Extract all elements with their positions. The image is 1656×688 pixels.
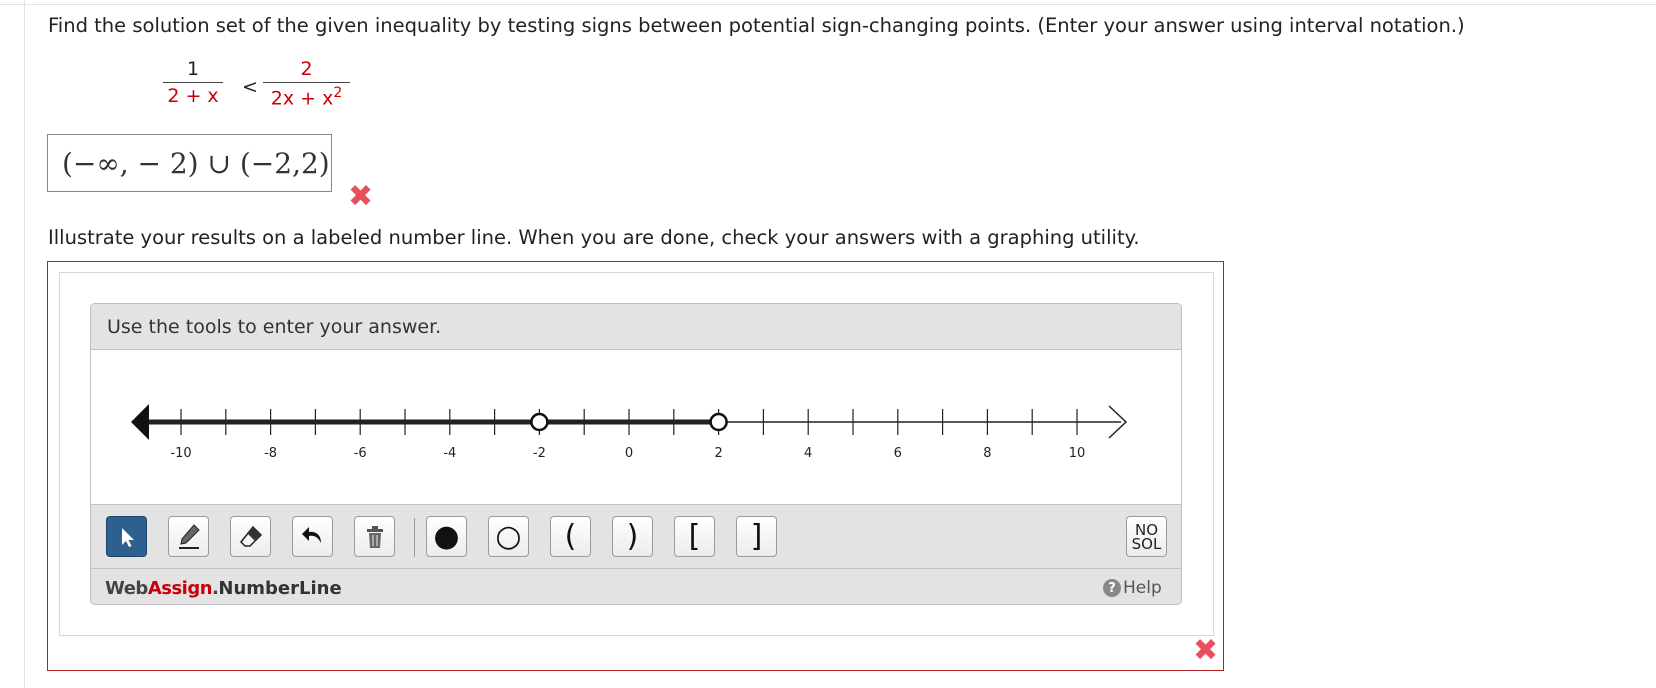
rhs-denominator: 2x + x2 — [263, 83, 350, 109]
axis-tick-label: 6 — [894, 446, 902, 461]
pointer-tool-button[interactable] — [106, 516, 147, 557]
axis-tick-label: 8 — [983, 446, 991, 461]
right-paren-icon: ) — [626, 518, 639, 554]
left-paren-icon: ( — [564, 518, 577, 554]
rhs-numerator: 2 — [300, 58, 313, 80]
incorrect-x-icon: ✖ — [348, 179, 374, 214]
numberline-canvas[interactable]: -10 -8 -6 -4 -2 0 2 4 6 8 10 — [91, 350, 1181, 504]
toolbar-separator — [414, 518, 415, 557]
right-bracket-icon: ] — [750, 518, 763, 554]
inequality-operator: < — [242, 76, 258, 98]
left-bracket-icon: [ — [688, 518, 701, 554]
lhs-denominator: 2 + x — [167, 85, 219, 107]
eraser-icon — [239, 525, 262, 547]
interval-answer-input[interactable]: (−∞, − 2) ∪ (−2,2) — [47, 134, 332, 192]
axis-tick-label: 0 — [625, 446, 633, 461]
axis-tick-label: 4 — [804, 446, 812, 461]
rhs-denominator-base: 2x + x — [270, 87, 334, 110]
webassign-logo: WebAssign.NumberLine — [105, 578, 342, 599]
open-point-tool-button[interactable]: ○ — [488, 516, 529, 557]
axis-tick-label: -2 — [533, 446, 546, 461]
incorrect-x-icon: ✖ — [1193, 633, 1219, 668]
pencil-icon — [178, 523, 200, 549]
axis-tick-label: -4 — [443, 446, 456, 461]
delete-tool-button[interactable] — [354, 516, 395, 557]
left-bracket-tool-button[interactable]: [ — [674, 516, 715, 557]
top-divider — [0, 4, 1656, 5]
closed-point-tool-button[interactable]: ● — [426, 516, 467, 557]
no-solution-line2: SOL — [1131, 534, 1162, 553]
widget-footer: WebAssign.NumberLine ? Help — [91, 569, 1181, 604]
open-endpoint — [709, 412, 728, 432]
axis-tick-label: 2 — [714, 446, 722, 461]
numberline-svg[interactable]: -10 -8 -6 -4 -2 0 2 4 6 8 10 — [91, 350, 1181, 504]
question-mark-icon: ? — [1103, 579, 1121, 597]
draw-tool-button[interactable] — [168, 516, 209, 557]
brand-product: NumberLine — [218, 578, 342, 599]
axis-tick-label: -8 — [264, 446, 277, 461]
rhs-fraction: 2 2x + x2 — [263, 58, 350, 109]
rhs-denominator-exponent: 2 — [333, 85, 343, 101]
widget-header: Use the tools to enter your answer. — [91, 304, 1181, 350]
left-paren-tool-button[interactable]: ( — [550, 516, 591, 557]
numberline-widget: Use the tools to enter your answer. -10-… — [90, 303, 1182, 605]
filled-dot-icon: ● — [433, 518, 460, 554]
cursor-arrow-icon — [121, 527, 134, 547]
lhs-numerator: 1 — [186, 58, 200, 80]
tool-bar: ● ○ ( ) [ ] NO SOL — [91, 504, 1181, 569]
trash-icon — [366, 525, 383, 548]
brand-assign: Assign — [147, 578, 213, 599]
question2-prompt: Illustrate your results on a labeled num… — [48, 226, 1140, 249]
left-divider — [24, 0, 25, 688]
question1-prompt: Find the solution set of the given inequ… — [48, 14, 1465, 37]
axis-tick-label: -10 — [170, 446, 191, 461]
lhs-fraction: 1 2 + x — [163, 58, 223, 107]
axis-tick-label: -6 — [354, 446, 367, 461]
help-link[interactable]: ? Help — [1103, 578, 1162, 598]
undo-icon — [301, 526, 321, 543]
open-endpoint — [530, 412, 549, 432]
erase-tool-button[interactable] — [230, 516, 271, 557]
axis-tick-label: 10 — [1069, 446, 1086, 461]
help-label: Help — [1123, 578, 1162, 598]
widget-instructions: Use the tools to enter your answer. — [107, 316, 442, 338]
right-bracket-tool-button[interactable]: ] — [736, 516, 777, 557]
no-solution-button[interactable]: NO SOL — [1126, 516, 1167, 557]
interval-left-arrow — [131, 404, 149, 440]
open-dot-icon: ○ — [495, 518, 522, 554]
undo-tool-button[interactable] — [292, 516, 333, 557]
right-paren-tool-button[interactable]: ) — [612, 516, 653, 557]
brand-web: Web — [105, 578, 148, 599]
